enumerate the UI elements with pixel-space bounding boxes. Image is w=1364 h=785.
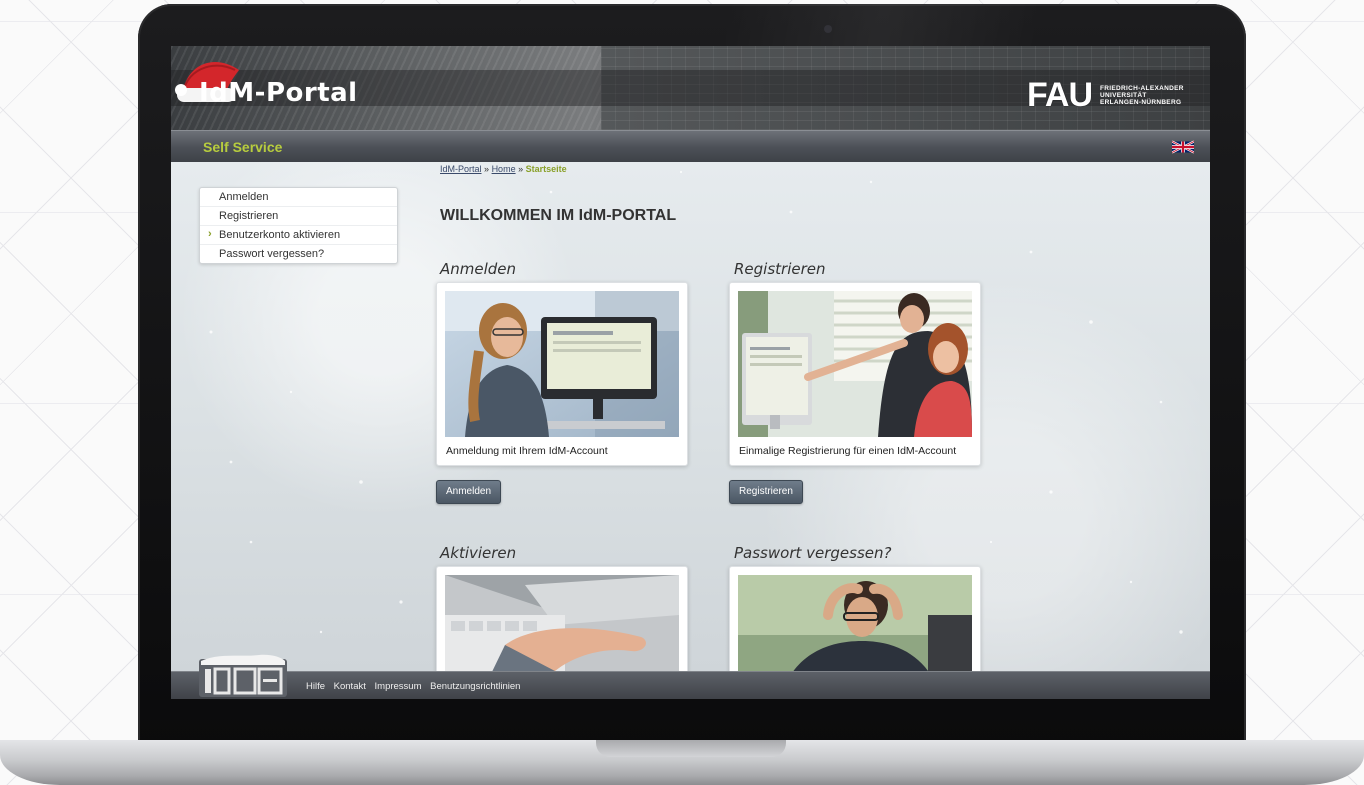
laptop-notch [596,740,786,757]
uk-flag-icon[interactable] [1172,140,1194,154]
fau-name-line: UNIVERSITÄT [1100,91,1147,99]
fau-name-line: FRIEDRICH-ALEXANDER [1100,84,1184,92]
footer-link-hilfe[interactable]: Hilfe [306,681,325,692]
footer-link-benutzungsrichtlinien[interactable]: Benutzungsrichtlinien [430,681,520,692]
fau-logo[interactable]: FAU FRIEDRICH-ALEXANDER UNIVERSITÄT ERLA… [1027,76,1184,114]
camera-icon [824,25,832,33]
rrze-logo-icon[interactable] [199,653,287,697]
navbar-title[interactable]: Self Service [203,139,282,155]
footer-links: Hilfe Kontakt Impressum Benutzungsrichtl… [306,681,526,692]
main-content: IdM-Portal » Home » Startseite Anmelden … [171,162,1210,699]
fau-name-line: ERLANGEN-NÜRNBERG [1100,98,1182,106]
footer-link-kontakt[interactable]: Kontakt [334,681,366,692]
footer-link-impressum[interactable]: Impressum [375,681,422,692]
site-header: IdM-Portal FAU FRIEDRICH-ALEXANDER UNIVE… [171,46,1210,130]
browser-screen: IdM-Portal FAU FRIEDRICH-ALEXANDER UNIVE… [171,46,1210,699]
site-logo[interactable]: IdM-Portal [199,78,358,108]
snow-decoration [209,170,1183,634]
top-navbar: Self Service [171,130,1210,163]
fau-mark: FAU [1027,76,1093,114]
site-footer: Hilfe Kontakt Impressum Benutzungsrichtl… [171,671,1210,699]
fau-name: FRIEDRICH-ALEXANDER UNIVERSITÄT ERLANGEN… [1100,85,1184,106]
